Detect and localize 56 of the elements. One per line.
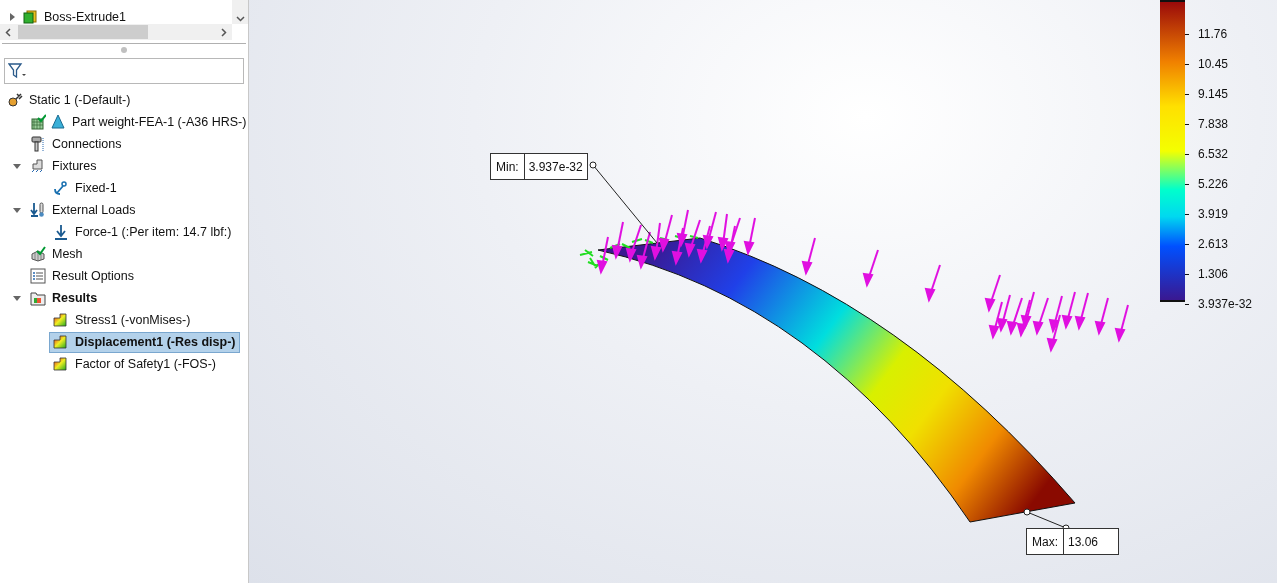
chevron-left-icon[interactable] (5, 27, 11, 37)
folder-icon (30, 290, 46, 306)
collapse-caret-icon[interactable] (13, 162, 21, 170)
tree-item[interactable]: Force-1 (:Per item: 14.7 lbf:) (49, 221, 237, 243)
anchor-icon (53, 180, 69, 196)
scale-label: 1.306 (1198, 266, 1229, 283)
load-icon (30, 202, 46, 218)
filter-field[interactable] (4, 58, 244, 84)
scale-label: 2.613 (1198, 236, 1229, 253)
fixture-icon (30, 158, 46, 174)
scale-label: 3.919 (1198, 206, 1229, 223)
box-icon (22, 9, 38, 25)
probe-value: 13.06 (1067, 533, 1100, 551)
down-arrow-icon (53, 224, 69, 240)
result-plot-icon (53, 334, 69, 350)
tree-item[interactable]: Boss-Extrude1 (22, 7, 126, 26)
chevron-right-icon[interactable] (221, 27, 227, 37)
tree-item[interactable]: Results (26, 287, 103, 309)
tree-item[interactable]: Displacement1 (-Res disp-) (49, 331, 241, 353)
tree-item[interactable]: Fixed-1 (49, 177, 122, 199)
tree-item[interactable]: External Loads (26, 199, 141, 221)
scale-label: 3.937e-32 (1198, 296, 1253, 313)
expand-caret-icon[interactable] (8, 13, 16, 21)
part-mesh-icon (30, 114, 66, 130)
probe-caption: Min: (491, 154, 525, 179)
collapse-caret-icon[interactable] (13, 206, 21, 214)
tree-item[interactable]: Static 1 (-Default-) (3, 89, 136, 111)
chevron-down-icon[interactable] (235, 16, 245, 22)
result-plot-icon (53, 356, 69, 372)
bolt-icon (30, 136, 46, 152)
probe-point-icon (1023, 508, 1031, 516)
tree-item[interactable]: Fixtures (26, 155, 102, 177)
tree-item[interactable]: Stress1 (-vonMises-) (49, 309, 196, 331)
study-icon (7, 92, 23, 108)
splitter-handle-icon[interactable] (121, 47, 127, 53)
probe-value: 3.937e-32 (527, 158, 584, 176)
list-icon (30, 268, 46, 284)
scale-label: 10.45 (1198, 56, 1229, 73)
result-plot-icon (53, 312, 69, 328)
vertical-scrollbar[interactable] (232, 0, 248, 24)
scale-label: 9.145 (1198, 86, 1229, 103)
probe-caption: Max: (1027, 529, 1064, 554)
scale-label: 5.226 (1198, 176, 1229, 193)
tree-item[interactable]: Mesh (26, 243, 88, 265)
horizontal-scrollbar[interactable] (0, 24, 232, 40)
scale-label: 11.76 (1198, 26, 1228, 43)
scale-label: 7.838 (1198, 116, 1229, 133)
collapse-caret-icon[interactable] (13, 294, 21, 302)
tree-item[interactable]: Part weight-FEA-1 (-A36 HRS-) (26, 111, 252, 133)
filter-icon[interactable] (8, 63, 28, 79)
scrollbar-thumb[interactable] (18, 25, 148, 39)
scale-label: 6.532 (1198, 146, 1229, 163)
tree-item[interactable]: Factor of Safety1 (-FOS-) (49, 353, 221, 375)
tree-item[interactable]: Connections (26, 133, 127, 155)
tree-item[interactable]: Result Options (26, 265, 139, 287)
mesh-icon (30, 246, 46, 262)
